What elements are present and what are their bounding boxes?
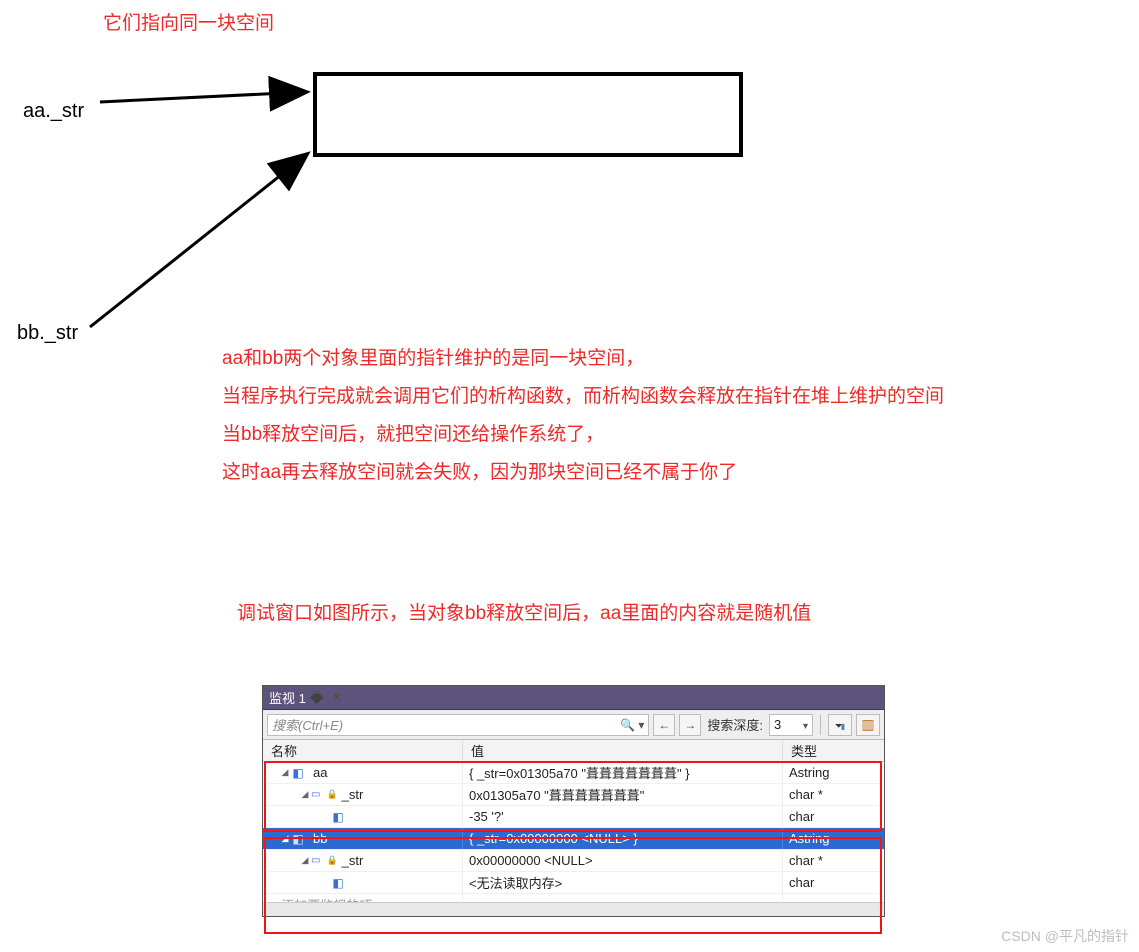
- field-icon: [311, 855, 320, 866]
- expander-icon[interactable]: [279, 767, 291, 778]
- search-depth-label: 搜索深度:: [705, 715, 765, 734]
- col-header-type[interactable]: 类型: [783, 741, 884, 760]
- table-row[interactable]: _str 0x00000000 <NULL>char *: [263, 850, 884, 872]
- object-icon: [291, 766, 305, 780]
- horizontal-scrollbar[interactable]: [263, 902, 884, 916]
- row-name: _str: [342, 787, 364, 802]
- close-icon[interactable]: [328, 689, 346, 707]
- layout-icon: [861, 716, 874, 733]
- row-value: 0x01305a70 "葺葺葺葺葺葺葺": [463, 784, 783, 805]
- row-type: Astring: [783, 828, 884, 849]
- grid-header: 名称 值 类型: [263, 740, 884, 762]
- watch-panel: 监视 1 搜索(Ctrl+E) 🔍 ▾ ← → 搜索深度: 3 名称 值 类型 …: [262, 685, 885, 917]
- row-type: Astring: [783, 762, 884, 783]
- table-row[interactable]: -35 '?'char: [263, 806, 884, 828]
- expander-icon[interactable]: [279, 833, 291, 844]
- watch-toolbar: 搜索(Ctrl+E) 🔍 ▾ ← → 搜索深度: 3: [263, 710, 884, 740]
- row-value: <无法读取内存>: [463, 872, 783, 893]
- row-value: -35 '?': [463, 806, 783, 827]
- explanation-block-1: aa和bb两个对象里面的指针维护的是同一块空间， 当程序执行完成就会调用它们的析…: [222, 340, 1122, 492]
- row-value: 0x00000000 <NULL>: [463, 850, 783, 871]
- pin-icon[interactable]: [308, 689, 326, 707]
- table-row[interactable]: bb { _str=0x00000000 <NULL> }Astring: [263, 828, 884, 850]
- search-placeholder: 搜索(Ctrl+E): [272, 715, 343, 734]
- search-depth-select[interactable]: 3: [769, 714, 813, 736]
- lock-icon: [326, 789, 337, 800]
- row-value: { _str=0x00000000 <NULL> }: [463, 828, 783, 849]
- row-name: bb: [313, 831, 327, 846]
- grid-body: aa{ _str=0x01305a70 "葺葺葺葺葺葺葺" }Astring_s…: [263, 762, 884, 894]
- explain-line-2: 当程序执行完成就会调用它们的析构函数，而析构函数会释放在指针在堆上维护的空间: [222, 378, 1122, 416]
- col-header-name[interactable]: 名称: [263, 741, 463, 760]
- object-icon: [331, 810, 345, 824]
- table-row[interactable]: _str 0x01305a70 "葺葺葺葺葺葺葺"char *: [263, 784, 884, 806]
- explain-line-4: 这时aa再去释放空间就会失败，因为那块空间已经不属于你了: [222, 454, 1122, 492]
- row-name: _str: [342, 853, 364, 868]
- attribution-text: CSDN @平凡的指针: [1001, 926, 1129, 946]
- field-icon: [311, 789, 320, 800]
- row-type: char: [783, 806, 884, 827]
- row-type: char *: [783, 784, 884, 805]
- layout-button[interactable]: [856, 714, 880, 736]
- explain-line-1: aa和bb两个对象里面的指针维护的是同一块空间，: [222, 340, 1122, 378]
- arrows-svg: [0, 0, 1139, 360]
- watch-titlebar: 监视 1: [263, 686, 884, 710]
- debug-caption: 调试窗口如图所示，当对象bb释放空间后，aa里面的内容就是随机值: [237, 595, 1137, 633]
- expander-icon[interactable]: [299, 789, 311, 800]
- row-type: char: [783, 872, 884, 893]
- row-name: aa: [313, 765, 327, 780]
- search-input[interactable]: 搜索(Ctrl+E) 🔍 ▾: [267, 714, 649, 736]
- object-icon: [331, 876, 345, 890]
- table-row[interactable]: aa { _str=0x01305a70 "葺葺葺葺葺葺葺" }Astring: [263, 762, 884, 784]
- watch-title: 监视 1: [269, 688, 306, 707]
- lock-icon: [326, 855, 337, 866]
- expander-icon[interactable]: [299, 855, 311, 866]
- explain-line-3: 当bb释放空间后，就把空间还给操作系统了，: [222, 416, 1122, 454]
- table-row[interactable]: <无法读取内存>char: [263, 872, 884, 894]
- search-icon: 🔍 ▾: [620, 718, 644, 732]
- row-value: { _str=0x01305a70 "葺葺葺葺葺葺葺" }: [463, 762, 783, 783]
- chevron-down-icon: [799, 717, 808, 732]
- search-prev-button[interactable]: ←: [653, 714, 675, 736]
- toolbar-separator: [820, 715, 821, 735]
- pointer-diagram: 它们指向同一块空间 aa._str bb._str: [0, 0, 1139, 350]
- col-header-value[interactable]: 值: [463, 741, 783, 760]
- filter-icon: [835, 718, 845, 732]
- search-next-button[interactable]: →: [679, 714, 701, 736]
- watch-grid: 名称 值 类型 aa{ _str=0x01305a70 "葺葺葺葺葺葺葺" }A…: [263, 740, 884, 916]
- object-icon: [291, 832, 305, 846]
- filter-button[interactable]: [828, 714, 852, 736]
- row-type: char *: [783, 850, 884, 871]
